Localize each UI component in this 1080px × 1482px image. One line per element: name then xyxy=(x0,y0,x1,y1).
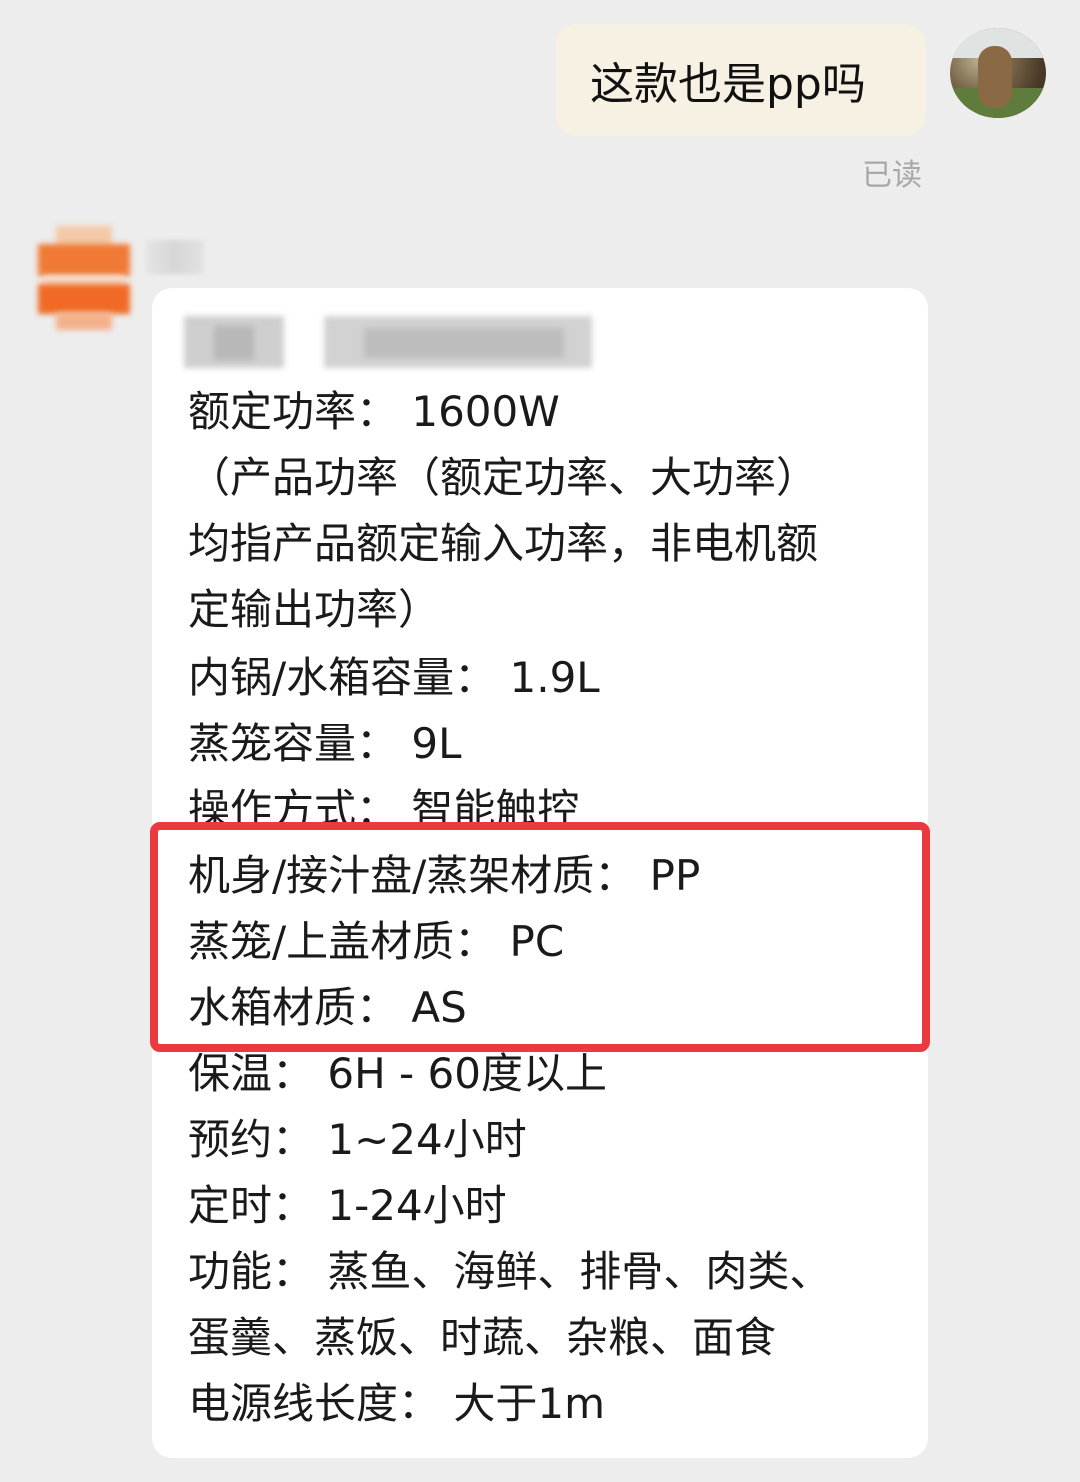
spec-line: 预约： 1~24小时 xyxy=(188,1115,527,1164)
spec-line: 蒸笼容量： 9L xyxy=(188,719,462,768)
sender-avatar[interactable] xyxy=(38,226,130,330)
spec-line: 电源线长度： 大于1m xyxy=(188,1379,605,1428)
read-status: 已读 xyxy=(862,158,922,193)
spec-line: 保温： 6H - 60度以上 xyxy=(188,1049,607,1098)
spec-line: 定时： 1-24小时 xyxy=(188,1181,507,1230)
outgoing-message-bubble[interactable]: 这款也是pp吗 xyxy=(556,24,926,136)
highlighted-spec-line: 水箱材质： AS xyxy=(188,983,467,1032)
self-avatar[interactable] xyxy=(950,28,1046,118)
outgoing-message-text: 这款也是pp吗 xyxy=(590,59,866,110)
highlighted-spec-line: 机身/接汁盘/蒸架材质： PP xyxy=(188,851,701,900)
blurred-heading xyxy=(184,312,594,372)
spec-line: 蛋羹、蒸饭、时蔬、杂粮、面食 xyxy=(188,1313,777,1362)
highlighted-spec-line: 蒸笼/上盖材质： PC xyxy=(188,917,565,966)
sender-name-blurred xyxy=(146,240,204,274)
spec-line: 定输出功率） xyxy=(188,585,441,634)
spec-line: 内锅/水箱容量： 1.9L xyxy=(188,653,600,702)
spec-line: （产品功率（额定功率、大功率） xyxy=(188,453,819,502)
spec-line: 均指产品额定输入功率，非电机额 xyxy=(188,519,819,568)
spec-line: 额定功率： 1600W xyxy=(188,387,560,436)
spec-line: 功能： 蒸鱼、海鲜、排骨、肉类、 xyxy=(188,1247,832,1296)
